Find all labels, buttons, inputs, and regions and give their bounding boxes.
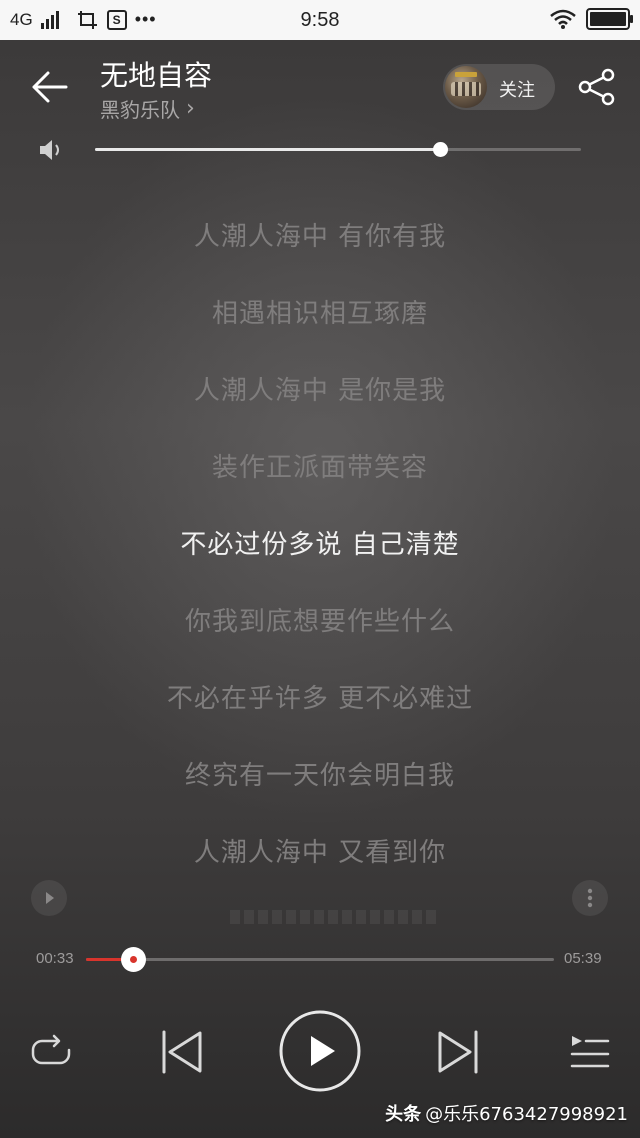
more-options-button[interactable] bbox=[572, 880, 608, 916]
skip-next-icon[interactable] bbox=[434, 1028, 482, 1076]
chevron-right-icon: › bbox=[186, 96, 195, 121]
total-time: 05:39 bbox=[564, 950, 602, 967]
watermark-brand: 头条 bbox=[385, 1104, 422, 1125]
artist-name: 黑豹乐队 bbox=[100, 98, 180, 122]
back-arrow-icon[interactable] bbox=[28, 66, 70, 108]
faded-lyric-line bbox=[230, 910, 440, 924]
lyric-line: 人潮人海中 又看到你 bbox=[193, 838, 447, 868]
volume-slider-fill bbox=[95, 148, 441, 151]
lyrics-panel[interactable]: 人潮人海中 有你有我 相遇相识相互琢磨 人潮人海中 是你是我 装作正派面带笑容 … bbox=[0, 212, 640, 905]
lyric-line: 不必过份多说 自己清楚 bbox=[180, 530, 460, 560]
speaker-icon[interactable] bbox=[38, 138, 66, 162]
play-icon bbox=[46, 892, 54, 904]
playlist-icon[interactable] bbox=[566, 1030, 612, 1076]
progress-slider-knob[interactable] bbox=[120, 947, 146, 972]
lyric-line: 不必在乎许多 更不必难过 bbox=[166, 684, 474, 714]
current-time: 00:33 bbox=[36, 950, 74, 967]
battery-icon bbox=[586, 8, 633, 30]
watermark-handle: @乐乐6763427998921 bbox=[425, 1104, 628, 1125]
volume-slider-knob[interactable] bbox=[433, 142, 449, 157]
song-title: 无地自容 bbox=[100, 59, 213, 92]
wifi-icon bbox=[550, 9, 576, 29]
watermark: 头条 @乐乐6763427998921 bbox=[385, 1100, 628, 1126]
follow-button[interactable]: 关注 bbox=[443, 64, 555, 110]
play-button[interactable] bbox=[279, 1010, 361, 1092]
more-vertical-icon bbox=[587, 888, 593, 908]
artist-avatar bbox=[445, 66, 487, 108]
lyric-line: 人潮人海中 有你有我 bbox=[193, 222, 447, 252]
lyric-line: 人潮人海中 是你是我 bbox=[193, 376, 447, 406]
status-time: 9:58 bbox=[300, 9, 340, 31]
artist-link[interactable]: 黑豹乐队 › bbox=[100, 94, 195, 123]
volume-slider[interactable] bbox=[95, 142, 581, 157]
lyric-line: 终究有一天你会明白我 bbox=[184, 761, 455, 791]
progress-slider[interactable] bbox=[86, 947, 554, 972]
status-bar: 4G S ••• 9:58 bbox=[0, 0, 640, 40]
repeat-icon[interactable] bbox=[28, 1030, 74, 1076]
follow-label: 关注 bbox=[499, 80, 535, 101]
lyric-play-button[interactable] bbox=[31, 880, 67, 916]
skip-previous-icon[interactable] bbox=[158, 1028, 206, 1076]
play-icon bbox=[311, 1036, 335, 1066]
lyric-line: 相遇相识相互琢磨 bbox=[211, 299, 428, 329]
lyric-line: 你我到底想要作些什么 bbox=[184, 607, 455, 637]
share-icon[interactable] bbox=[576, 66, 618, 108]
lyric-line: 装作正派面带笑容 bbox=[211, 453, 428, 483]
